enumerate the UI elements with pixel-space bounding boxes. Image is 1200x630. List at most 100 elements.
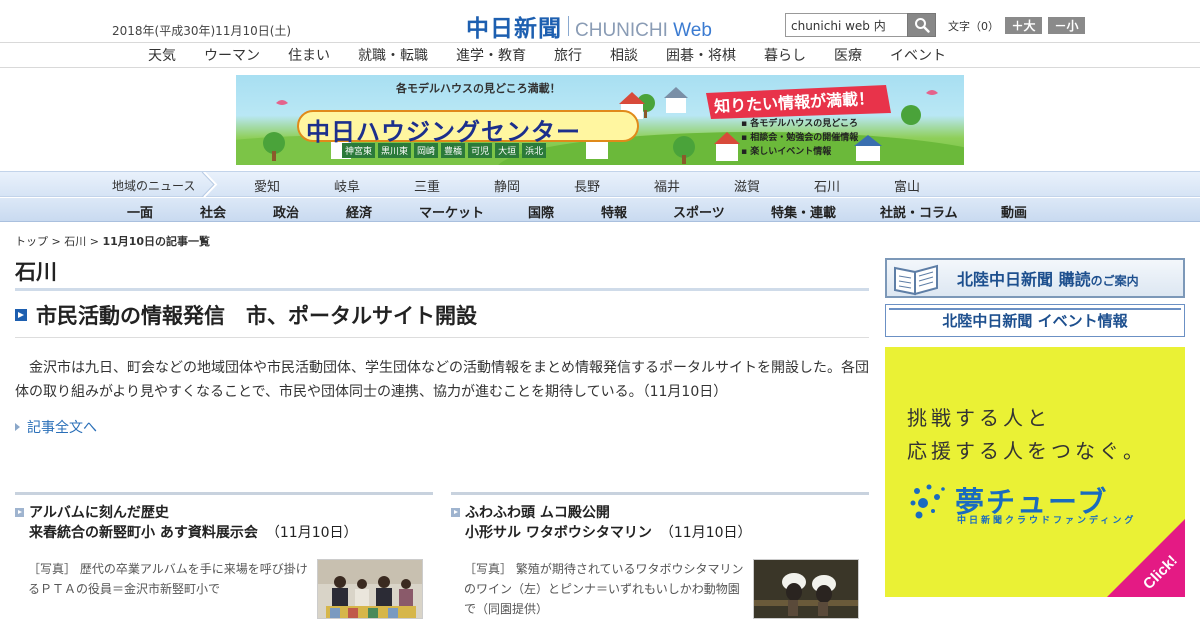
arrow-right-icon bbox=[451, 508, 460, 517]
site-header: 2018年(平成30年)11月10日(土) 中日新聞 CHUNICHI Web … bbox=[0, 0, 1200, 43]
region-item-aichi[interactable]: 愛知 bbox=[254, 180, 280, 195]
region-item-fukui[interactable]: 福井 bbox=[654, 180, 680, 195]
article-card: ふわふわ頭 ムコ殿公開 小形サル ワタボウシタマリン （11月10日） ［写真］ … bbox=[451, 492, 869, 630]
header-date: 2018年(平成30年)11月10日(土) bbox=[112, 24, 292, 38]
lead-body: 金沢市は九日、町会などの地域団体や市民活動団体、学生団体などの活動情報をまとめ情… bbox=[15, 360, 869, 400]
region-item-gifu[interactable]: 岐阜 bbox=[334, 180, 360, 195]
topnav-item-event[interactable]: イベント bbox=[890, 48, 946, 64]
yume-tube-ad[interactable]: 挑戦する人と 応援する人をつなぐ。 夢チューブ 中日新聞クラウドファンディング … bbox=[885, 347, 1185, 597]
logo-english: CHUNICHI Web bbox=[575, 20, 712, 41]
section-nav: 一面 社会 政治 経済 マーケット 国際 特報 スポーツ 特集・連載 社説・コラ… bbox=[0, 198, 1200, 222]
lead-headline-link[interactable]: 市民活動の情報発信 市、ポータルサイト開設 bbox=[36, 304, 477, 328]
banner-bullets: ▪ 各モデルハウスの見どころ ▪ 相談会・勉強会の開催情報 ▪ 楽しいイベント情… bbox=[741, 117, 858, 159]
photo-thumbnail bbox=[754, 560, 858, 618]
card-thumbnail[interactable] bbox=[317, 559, 423, 619]
title-divider bbox=[15, 288, 869, 291]
region-item-toyama[interactable]: 富山 bbox=[894, 180, 920, 195]
font-size-control: 文字（0） ＋大 －小 bbox=[948, 17, 1085, 34]
page-title: 石川 bbox=[15, 260, 57, 284]
read-more-link[interactable]: 記事全文へ bbox=[15, 417, 97, 437]
lead-headline: 市民活動の情報発信 市、ポータルサイト開設 bbox=[15, 300, 477, 330]
font-size-label: 文字（0） bbox=[948, 19, 999, 33]
top-category-nav: 天気 ウーマン 住まい 就職・転職 進学・教育 旅行 相談 囲碁・将棋 暮らし … bbox=[0, 43, 1200, 68]
banner-bullet: ▪ 相談会・勉強会の開催情報 bbox=[741, 133, 859, 143]
font-larger-button[interactable]: ＋大 bbox=[1005, 17, 1042, 34]
banner-town: 豊橋 bbox=[441, 143, 466, 158]
card-thumbnail[interactable] bbox=[753, 559, 859, 619]
arrow-right-icon bbox=[15, 309, 27, 321]
search-box bbox=[785, 13, 936, 37]
banner-bullet: ▪ 各モデルハウスの見どころ bbox=[741, 119, 858, 129]
section-item-international[interactable]: 国際 bbox=[528, 206, 554, 221]
yume-tube-logo-icon bbox=[910, 484, 945, 519]
section-item-sports[interactable]: スポーツ bbox=[673, 206, 725, 221]
region-item-shiga[interactable]: 滋賀 bbox=[734, 180, 760, 195]
event-info-label: 北陸中日新聞 イベント情報 bbox=[942, 312, 1128, 330]
section-item-video[interactable]: 動画 bbox=[1001, 206, 1027, 221]
subscribe-banner[interactable]: 北陸中日新聞 購読のご案内 bbox=[885, 258, 1185, 298]
banner-town-list: 神宮東 黒川東 岡崎 豊橋 可児 大垣 浜北 bbox=[342, 143, 547, 158]
topnav-item-travel[interactable]: 旅行 bbox=[554, 48, 582, 64]
event-banner-rule bbox=[889, 308, 1181, 310]
card-date: （11月10日） bbox=[659, 525, 752, 541]
chevron-right-icon bbox=[201, 172, 218, 197]
subscribe-sublabel: のご案内 bbox=[1090, 274, 1139, 288]
breadcrumb: トップ > 石川 > 11月10日の記事一覧 bbox=[15, 235, 211, 248]
card-date: （11月10日） bbox=[265, 525, 358, 541]
section-item-economy[interactable]: 経済 bbox=[346, 206, 372, 221]
topnav-item-education[interactable]: 進学・教育 bbox=[456, 48, 526, 64]
ad-tagline-line2: 応援する人をつなぐ。 bbox=[907, 439, 1147, 463]
subscribe-label: 北陸中日新聞 購読 bbox=[957, 270, 1091, 289]
topnav-item-housing[interactable]: 住まい bbox=[288, 48, 330, 64]
section-item-politics[interactable]: 政治 bbox=[273, 206, 299, 221]
housing-center-banner[interactable]: 各モデルハウスの見どころ満載！ 中日ハウジングセンター 知りたい情報が満載！ 神… bbox=[236, 75, 964, 165]
photo-thumbnail bbox=[318, 560, 422, 618]
ad-tagline-line1: 挑戦する人と bbox=[907, 406, 1051, 430]
banner-bullet: ▪ 楽しいイベント情報 bbox=[741, 147, 832, 157]
article-card: アルバムに刻んだ歴史 来春統合の新竪町小 あす資料展示会 （11月10日） ［写真… bbox=[15, 492, 433, 630]
search-input[interactable] bbox=[785, 13, 907, 37]
banner-town: 神宮東 bbox=[342, 143, 376, 158]
font-smaller-button[interactable]: －小 bbox=[1048, 17, 1085, 34]
headline-divider bbox=[15, 337, 869, 338]
search-button[interactable] bbox=[907, 13, 936, 37]
card-caption: ［写真］ 繁殖が期待されているワタボウシタマリンのワイン（左）とピンナ＝いずれも… bbox=[464, 562, 744, 616]
section-item-market[interactable]: マーケット bbox=[419, 206, 484, 221]
region-news-label: 地域のニュース bbox=[112, 179, 196, 193]
topnav-item-consult[interactable]: 相談 bbox=[610, 48, 638, 64]
logo-divider bbox=[568, 16, 569, 36]
breadcrumb-current: 11月10日の記事一覧 bbox=[102, 235, 211, 248]
region-item-shizuoka[interactable]: 静岡 bbox=[494, 180, 520, 195]
topnav-item-living[interactable]: 暮らし bbox=[764, 48, 806, 64]
site-logo[interactable]: 中日新聞 CHUNICHI Web bbox=[466, 9, 712, 43]
search-icon bbox=[914, 18, 930, 33]
banner-town: 大垣 bbox=[495, 143, 520, 158]
banner-town: 黒川東 bbox=[378, 143, 412, 158]
breadcrumb-top-link[interactable]: トップ bbox=[15, 235, 48, 248]
region-item-ishikawa[interactable]: 石川 bbox=[814, 180, 840, 195]
topnav-item-go-shogi[interactable]: 囲碁・将棋 bbox=[666, 48, 736, 64]
section-item-front[interactable]: 一面 bbox=[127, 206, 153, 221]
card-title-line2: 来春統合の新竪町小 あす資料展示会 （11月10日） bbox=[29, 525, 358, 541]
region-item-nagano[interactable]: 長野 bbox=[574, 180, 600, 195]
topnav-item-weather[interactable]: 天気 bbox=[148, 48, 176, 64]
card-title-line1[interactable]: ふわふわ頭 ムコ殿公開 bbox=[465, 503, 752, 523]
section-item-editorial[interactable]: 社説・コラム bbox=[880, 206, 958, 221]
card-title-line2: 小形サル ワタボウシタマリン （11月10日） bbox=[465, 525, 752, 541]
section-item-features[interactable]: 特集・連載 bbox=[771, 206, 836, 221]
topnav-item-woman[interactable]: ウーマン bbox=[204, 48, 260, 64]
section-item-society[interactable]: 社会 bbox=[200, 206, 226, 221]
banner-town: 岡崎 bbox=[414, 143, 439, 158]
newspaper-icon bbox=[894, 264, 938, 296]
breadcrumb-region-link[interactable]: 石川 bbox=[64, 235, 86, 248]
arrow-right-icon bbox=[15, 508, 24, 517]
event-info-banner[interactable]: 北陸中日新聞 イベント情報 bbox=[885, 304, 1185, 337]
banner-top-text: 各モデルハウスの見どころ満載！ bbox=[396, 82, 561, 95]
topnav-item-medical[interactable]: 医療 bbox=[834, 48, 862, 64]
region-item-mie[interactable]: 三重 bbox=[414, 180, 440, 195]
banner-town: 浜北 bbox=[522, 143, 547, 158]
section-item-special-report[interactable]: 特報 bbox=[601, 206, 627, 221]
topnav-item-jobs[interactable]: 就職・転職 bbox=[358, 48, 428, 64]
banner-town: 可児 bbox=[468, 143, 493, 158]
card-title-line1[interactable]: アルバムに刻んだ歴史 bbox=[29, 503, 358, 523]
